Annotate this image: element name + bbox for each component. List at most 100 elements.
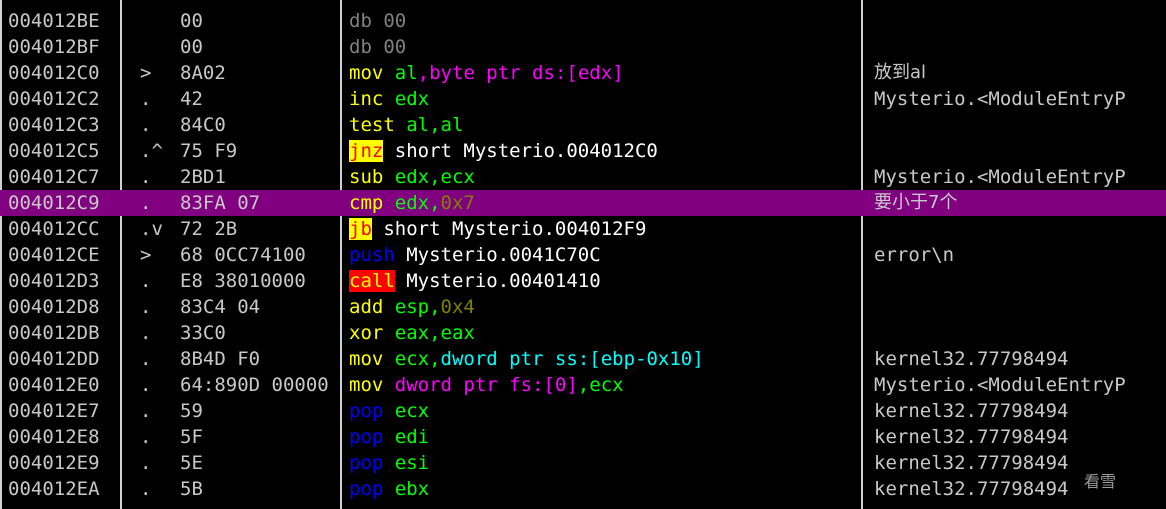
table-row[interactable]: 004012E7. 59 pop ecx kernel32.77798494	[0, 398, 1166, 424]
operand: eax	[440, 322, 475, 344]
comment-cell	[874, 34, 1166, 60]
watermark: 看雪	[1084, 472, 1117, 491]
address-cell: 004012C7	[8, 166, 100, 188]
address-cell: 004012C9	[8, 192, 100, 214]
disassembly-cell: xor eax,eax	[349, 320, 861, 346]
operand: dword ptr ss:[ebp-0x10]	[440, 348, 704, 370]
jump-marker: .	[140, 296, 152, 318]
table-row[interactable]: 004012CC .v 72 2B jb short Mysterio.004012F…	[0, 216, 1166, 242]
table-row[interactable]: 004012BF 00 db 00	[0, 34, 1166, 60]
table-row[interactable]: 004012DB. 33C0 xor eax,eax	[0, 320, 1166, 346]
address-cell: 004012D3	[8, 270, 100, 292]
disassembly-cell: cmp edx,0x7	[349, 190, 861, 216]
address-cell: 004012C0	[8, 62, 100, 84]
mnemonic: pop	[349, 400, 384, 422]
table-row[interactable]: 004012C2. 42 inc edx Mysterio.<ModuleEntryP	[0, 86, 1166, 112]
hex-bytes-cell: 33C0	[180, 322, 226, 344]
disassembly-cell: mov dword ptr fs:[0],ecx	[349, 372, 861, 398]
jump-marker: .	[140, 400, 152, 422]
operand: 0x4	[440, 296, 475, 318]
address-cell: 004012BF	[8, 36, 100, 58]
hex-bytes-cell: 00	[180, 36, 203, 58]
address-cell: 004012BE	[8, 10, 100, 32]
jump-marker: .	[140, 88, 152, 110]
mnemonic: pop	[349, 426, 384, 448]
table-row[interactable]: 004012C3. 84C0 test al,al	[0, 112, 1166, 138]
disassembly-view[interactable]: 004012BE 00 db 00 004012BF 00 db 00 004012C0 >8…	[0, 0, 1166, 509]
comment-cell	[874, 138, 1166, 164]
disassembly-cell: call Mysterio.00401410	[349, 268, 861, 294]
hex-bytes-cell: 83FA 07	[180, 192, 261, 214]
disassembly-cell: mov ecx,dword ptr ss:[ebp-0x10]	[349, 346, 861, 372]
table-row[interactable]: 004012E0. 64:890D 00000 mov dword ptr fs:[…	[0, 372, 1166, 398]
table-row[interactable]: 004012DD. 8B4D F0 mov ecx,dword ptr ss:[eb…	[0, 346, 1166, 372]
address-cell: 004012DD	[8, 348, 100, 370]
address-cell: 004012E9	[8, 452, 100, 474]
table-row[interactable]: 004012D3. E8 38010000 call Mysterio.004014…	[0, 268, 1166, 294]
address-cell: 004012E0	[8, 374, 100, 396]
comment-cell: 放到al	[874, 62, 927, 83]
mnemonic: db 00	[349, 10, 407, 32]
table-row[interactable]: 004012C5 .^ 75 F9 jnz short Mysterio.004012…	[0, 138, 1166, 164]
table-row[interactable]: 004012C0 >8A02 mov al,byte ptr ds:[edx] 放到a…	[0, 60, 1166, 86]
operand: ,	[429, 348, 441, 370]
mnemonic: mov	[349, 348, 384, 370]
table-row[interactable]: 004012E8. 5F pop edi kernel32.77798494	[0, 424, 1166, 450]
hex-bytes-cell: 00	[180, 10, 203, 32]
operand: ,	[429, 114, 441, 136]
disassembly-cell: add esp,0x4	[349, 294, 861, 320]
disassembly-cell: db 00	[349, 8, 861, 34]
jump-marker: >	[140, 62, 152, 84]
hex-bytes-cell: 5E	[180, 452, 203, 474]
table-row[interactable]: 004012BE 00 db 00	[0, 8, 1166, 34]
comment-cell	[874, 320, 1166, 346]
hex-bytes-cell: E8 38010000	[180, 270, 306, 292]
mnemonic: jnz	[349, 140, 384, 162]
address-cell: 004012EA	[8, 478, 100, 500]
address-cell: 004012E8	[8, 426, 100, 448]
operand: ebx	[383, 478, 430, 500]
comment-cell: Mysterio.<ModuleEntryP	[874, 88, 1126, 110]
operand: [edx]	[566, 62, 624, 84]
mnemonic: xor	[349, 322, 384, 344]
mnemonic: sub	[349, 166, 384, 188]
address-cell: 004012C3	[8, 114, 100, 136]
disassembly-cell: pop ecx	[349, 398, 861, 424]
jump-marker	[140, 34, 170, 60]
hex-bytes-cell: 5B	[180, 478, 203, 500]
table-row[interactable]: 004012CE >68 0CC74100 push Mysterio.0041C7…	[0, 242, 1166, 268]
jump-marker: .	[140, 374, 152, 396]
hex-bytes-cell: 42	[180, 88, 203, 110]
jump-marker: .	[140, 478, 152, 500]
mnemonic: mov	[349, 374, 384, 396]
address-cell: 004012CE	[8, 244, 100, 266]
hex-bytes-cell: 5F	[180, 426, 203, 448]
hex-bytes-cell: 84C0	[180, 114, 226, 136]
hex-bytes-cell: 59	[180, 400, 203, 422]
operand: ,	[429, 322, 441, 344]
table-row[interactable]: 004012C7. 2BD1 sub edx,ecx Mysterio.<Module…	[0, 164, 1166, 190]
mnemonic: pop	[349, 452, 384, 474]
table-row[interactable]: 004012C9. 83FA 07 cmp edx,0x7 要小于7个	[0, 190, 1166, 216]
table-row[interactable]: 004012EA. 5B pop ebx kernel32.77798494	[0, 476, 1166, 502]
table-row[interactable]: 004012D8. 83C4 04 add esp,0x4	[0, 294, 1166, 320]
operand: edx	[383, 88, 430, 110]
comment-cell: kernel32.77798494	[874, 348, 1069, 370]
jump-marker: .^	[140, 140, 163, 162]
hex-bytes-cell: 8A02	[180, 62, 226, 84]
operand: al	[383, 62, 418, 84]
jump-marker: .	[140, 322, 152, 344]
mnemonic: mov	[349, 62, 384, 84]
mnemonic: add	[349, 296, 384, 318]
table-row[interactable]: 004012E9. 5E pop esi kernel32.77798494	[0, 450, 1166, 476]
operand: short Mysterio.004012C0	[383, 140, 658, 162]
comment-cell: Mysterio.<ModuleEntryP	[874, 166, 1126, 188]
disassembly-cell: pop esi	[349, 450, 861, 476]
comment-cell	[874, 8, 1166, 34]
comment-cell	[874, 216, 1166, 242]
address-cell: 004012D8	[8, 296, 100, 318]
disassembly-cell: sub edx,ecx	[349, 164, 861, 190]
hex-bytes-cell: 2BD1	[180, 166, 226, 188]
comment-cell	[874, 294, 1166, 320]
hex-bytes-cell: 75 F9	[180, 140, 238, 162]
